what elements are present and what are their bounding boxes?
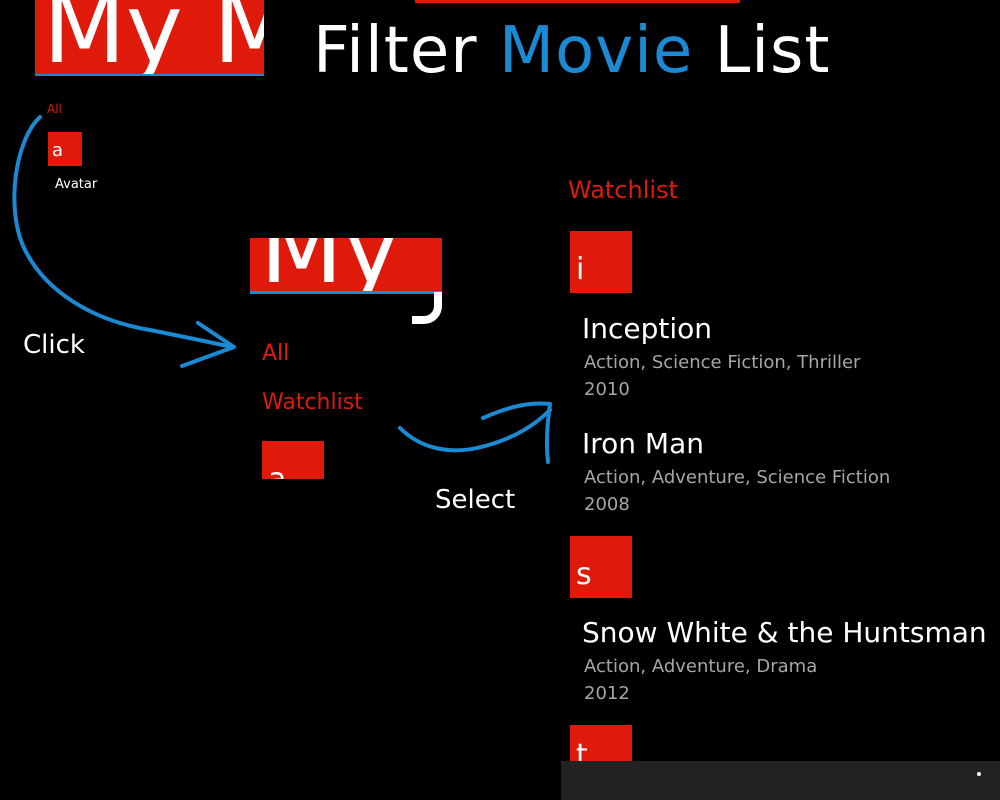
group-tile-s[interactable]: s [570,536,632,598]
movie-title-inception[interactable]: Inception [582,312,712,345]
group-letter: s [576,557,592,592]
movie-title-iron-man[interactable]: Iron Man [582,427,704,460]
group-letter: i [576,252,585,287]
click-annotation-label: Click [23,330,85,360]
group-tile-i[interactable]: i [570,231,632,293]
app-bar-ellipsis-icon[interactable] [977,772,981,776]
annotation-arrows [12,115,552,464]
select-annotation-label: Select [435,485,516,515]
group-tile-t[interactable]: t [570,725,632,761]
group-letter: t [576,738,588,762]
select-arrow [398,408,552,453]
movie-year: 2008 [584,494,630,515]
app-bar[interactable] [561,761,1000,800]
click-arrow [12,115,234,349]
movie-genres: Action, Adventure, Drama [584,656,818,677]
watchlist-heading: Watchlist [568,176,678,204]
movie-year: 2010 [584,379,630,400]
movie-genres: Action, Science Fiction, Thriller [584,352,861,373]
movie-title-snow-white[interactable]: Snow White & the Huntsman [582,616,987,649]
movie-year: 2012 [584,683,630,704]
movie-genres: Action, Adventure, Science Fiction [584,467,891,488]
